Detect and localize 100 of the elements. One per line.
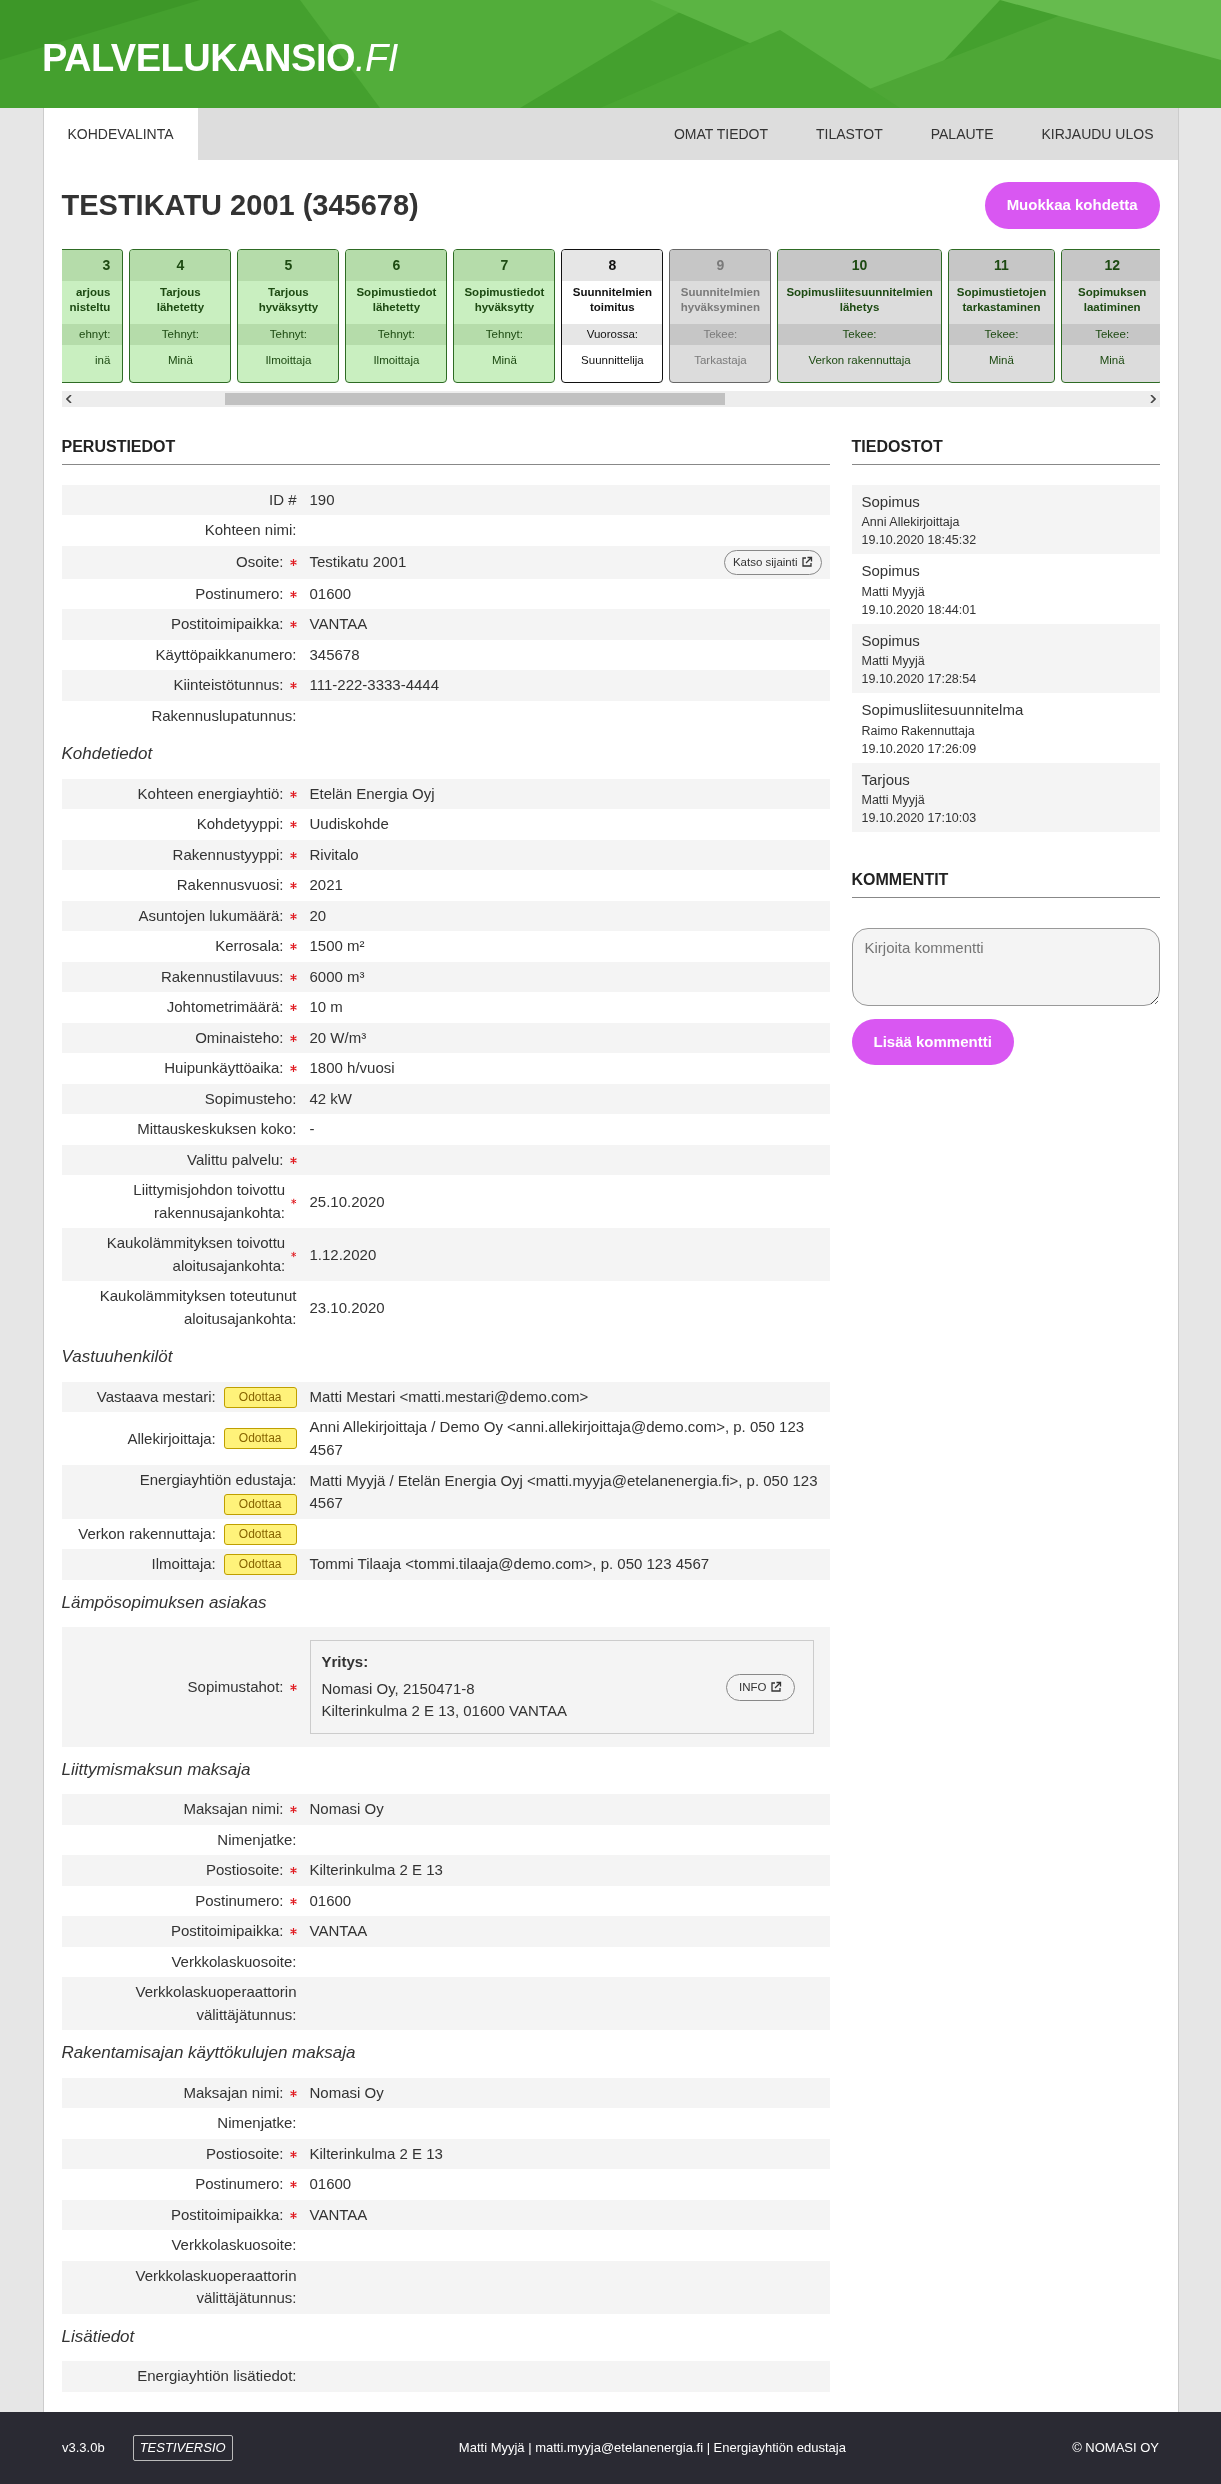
field-label: Postitoimipaikka: bbox=[170, 614, 284, 635]
file-link[interactable]: Sopimus bbox=[861, 560, 1150, 583]
field-label: Johtometrimäärä: bbox=[166, 997, 284, 1018]
file-author: Matti Myyjä bbox=[861, 583, 926, 601]
external-link-icon bbox=[800, 556, 813, 569]
field-label: ID # bbox=[269, 489, 297, 510]
section-heading: TIEDOSTOT bbox=[851, 436, 1160, 465]
field-label: Ilmoittaja: bbox=[151, 1554, 216, 1575]
info-button[interactable]: INFO bbox=[726, 1673, 795, 1701]
step-number: 10 bbox=[778, 249, 941, 281]
location-button[interactable]: Katso sijainti bbox=[723, 549, 822, 575]
step-title: Tarjous hyväksytty bbox=[257, 284, 320, 315]
step-card[interactable]: 5 Tarjous hyväksytty Tehnyt: Ilmoittaja bbox=[237, 248, 340, 383]
required-icon bbox=[289, 973, 297, 981]
step-person: Minä bbox=[166, 352, 194, 368]
step-role-label: Tekee: bbox=[670, 323, 771, 345]
required-icon bbox=[289, 943, 297, 951]
nav-tab[interactable]: PALAUTE bbox=[906, 108, 1018, 160]
status-badge: Odottaa bbox=[223, 1493, 297, 1515]
required-icon bbox=[289, 1867, 297, 1875]
field-value: Kilterinkulma 2 E 13 bbox=[309, 2143, 443, 2164]
field-label: Kohdetyyppi: bbox=[196, 814, 284, 835]
required-icon bbox=[289, 1034, 297, 1042]
field-label: Energiayhtiön edustaja: bbox=[139, 1470, 297, 1491]
nav-tab[interactable]: TILASTOT bbox=[792, 108, 907, 160]
step-card[interactable]: 11 Sopimustietojen tarkastaminen Tekee: Minä bbox=[947, 248, 1056, 383]
step-number: 3 bbox=[61, 249, 123, 281]
required-icon bbox=[289, 590, 297, 598]
file-link[interactable]: Tarjous bbox=[861, 768, 1150, 792]
field-label: Kerrosala: bbox=[215, 936, 284, 957]
file-link[interactable]: Sopimus bbox=[861, 629, 1150, 653]
required-icon bbox=[289, 2089, 297, 2097]
step-card[interactable]: 6 Sopimustiedot lähetetty Tehnyt: Ilmoittaja bbox=[345, 248, 448, 383]
step-number: 5 bbox=[238, 249, 339, 281]
field-value: 01600 bbox=[309, 1890, 352, 1911]
step-card[interactable]: 12 Sopimuksen laatiminen Tekee: Minä bbox=[1061, 248, 1160, 383]
step-title: Sopimuksen laatiminen bbox=[1076, 284, 1148, 315]
field-value: 345678 bbox=[309, 644, 360, 665]
field-label: Osoite: bbox=[235, 552, 284, 573]
field-label: Nimenjatke: bbox=[217, 2113, 297, 2134]
scrollbar[interactable] bbox=[61, 390, 1160, 407]
step-role-label: Vuorossa: bbox=[562, 323, 663, 345]
field-label: Allekirjoittaja: bbox=[127, 1428, 216, 1449]
step-title: arjous nisteltu bbox=[68, 284, 112, 315]
field-label: Rakennustilavuus: bbox=[160, 966, 284, 987]
file-link[interactable]: Sopimus bbox=[861, 490, 1150, 514]
field-value: 01600 bbox=[309, 583, 352, 604]
field-label: Ominaisteho: bbox=[195, 1027, 284, 1048]
field-label: Postitoimipaikka: bbox=[170, 2204, 284, 2225]
scroll-left-icon bbox=[65, 394, 72, 403]
required-icon bbox=[289, 621, 297, 629]
required-icon bbox=[289, 682, 297, 690]
field-value: Anni Allekirjoittaja / Demo Oy <anni.allekirjoittaja@demo.com>, p. 050 123 4567 bbox=[309, 1417, 806, 1460]
field-value: 25.10.2020 bbox=[309, 1191, 385, 1212]
step-card[interactable]: 3 arjous nisteltu ehnyt: inä bbox=[61, 248, 124, 383]
step-role-label: Tehnyt: bbox=[346, 323, 447, 345]
scrollbar-thumb[interactable] bbox=[224, 392, 725, 405]
status-badge: Odottaa bbox=[223, 1554, 297, 1576]
step-role-label: Tekee: bbox=[1062, 323, 1160, 345]
step-role-label: Tehnyt: bbox=[130, 323, 231, 345]
step-card[interactable]: 4 Tarjous lähetetty Tehnyt: Minä bbox=[129, 248, 232, 383]
field-label: Verkkolaskuoperaattorin välittäjätunnus: bbox=[134, 1982, 297, 2025]
step-person: Suunnittelija bbox=[580, 352, 645, 368]
nav-tab[interactable]: KOHDEVALINTA bbox=[43, 108, 198, 160]
field-value: 42 kW bbox=[309, 1088, 352, 1109]
comment-field[interactable]: Kirjoita kommentti bbox=[851, 928, 1160, 1007]
field-label: Verkkolaskuosoite: bbox=[171, 2235, 297, 2256]
step-person: Ilmoittaja bbox=[372, 352, 421, 368]
nav-tab[interactable]: OMAT TIEDOT bbox=[649, 108, 793, 160]
field-label: Rakennusvuosi: bbox=[176, 875, 284, 896]
nav-tab[interactable]: KIRJAUDU ULOS bbox=[1017, 108, 1178, 160]
required-icon bbox=[289, 790, 297, 798]
required-icon bbox=[289, 1065, 297, 1073]
file-author: Raimo Rakennuttaja bbox=[861, 722, 976, 740]
step-card[interactable]: 10 Sopimusliitesuunnitelmien lähetys Tekee: Verkon rakennuttaja bbox=[777, 248, 942, 383]
field-value: 20 bbox=[309, 905, 327, 926]
field-label: Kohteen nimi: bbox=[204, 520, 297, 541]
field-value: - bbox=[309, 1119, 315, 1140]
required-icon bbox=[289, 2150, 297, 2158]
field-value: 6000 m³ bbox=[309, 966, 365, 987]
step-title: Sopimustiedot hyväksytty bbox=[463, 284, 546, 315]
field-label: Nimenjatke: bbox=[217, 1829, 297, 1850]
file-link[interactable]: Sopimusliitesuunnitelma bbox=[861, 699, 1150, 722]
external-link-icon bbox=[769, 1681, 782, 1694]
field-label: Kaukolämmityksen toivottu aloitusajankohta: bbox=[105, 1233, 286, 1276]
group-heading: Lämpösopimuksen asiakas bbox=[61, 1591, 268, 1614]
field-label: Postinumero: bbox=[195, 2174, 284, 2195]
status-badge: Odottaa bbox=[223, 1386, 297, 1408]
required-icon bbox=[291, 1198, 297, 1206]
step-number: 7 bbox=[454, 249, 555, 281]
required-icon bbox=[289, 1897, 297, 1905]
required-icon bbox=[289, 882, 297, 890]
step-card[interactable]: 7 Sopimustiedot hyväksytty Tehnyt: Minä bbox=[453, 248, 556, 383]
required-icon bbox=[289, 1683, 297, 1691]
field-label: Verkkolaskuosoite: bbox=[171, 1951, 297, 1972]
step-number: 8 bbox=[562, 249, 663, 281]
section-heading: KOMMENTIT bbox=[851, 870, 1160, 899]
step-card[interactable]: 8 Suunnitelmien toimitus Vuorossa: Suunnittelija bbox=[561, 248, 664, 383]
field-label: Asuntojen lukumäärä: bbox=[138, 905, 284, 926]
field-value: Matti Myyjä / Etelän Energia Oyj <matti.myyja@etelanenergia.fi>, p. 050 123 4567 bbox=[309, 1470, 819, 1514]
